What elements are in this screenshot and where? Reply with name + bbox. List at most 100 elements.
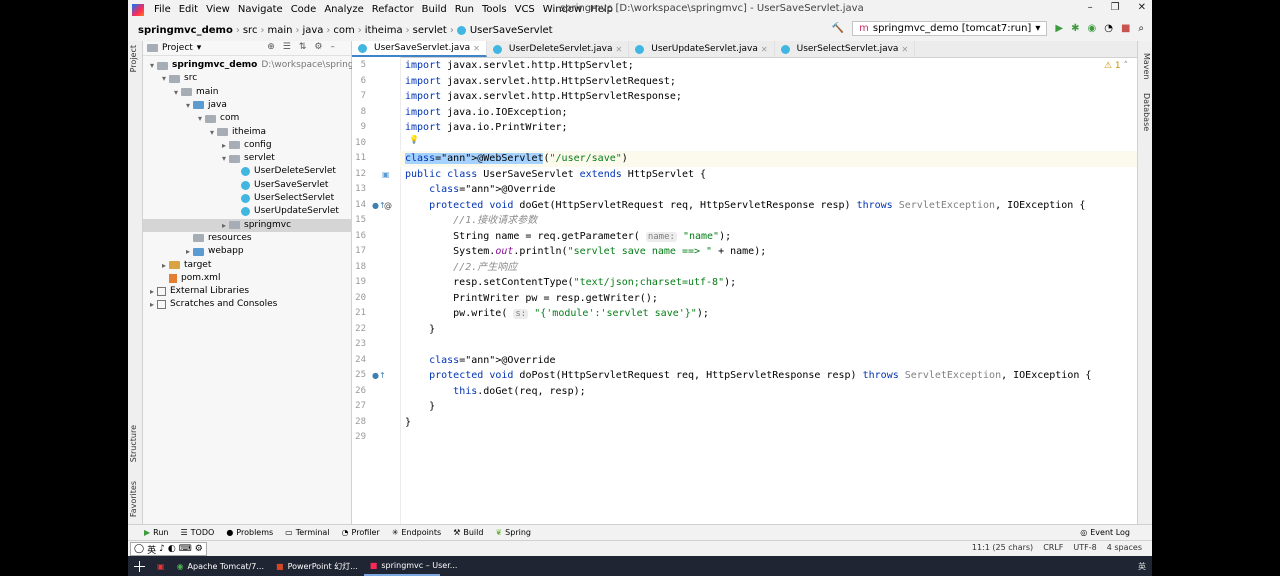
code-line[interactable]: class="ann">@Override [405, 353, 555, 369]
breadcrumb-project[interactable]: springmvc_demo [138, 25, 233, 36]
breadcrumb-main[interactable]: main [267, 25, 292, 36]
menu-refactor[interactable]: Refactor [368, 4, 418, 15]
chevron-down-icon[interactable]: ▾ [195, 112, 205, 125]
debug-icon[interactable]: ✱ [1071, 23, 1079, 34]
code-line[interactable]: String name = req.getParameter( name: "n… [405, 229, 731, 245]
tree-node[interactable]: ▾ src [143, 72, 197, 85]
tree-node[interactable]: ▸ Scratches and Consoles [143, 298, 277, 311]
menu-code[interactable]: Code [287, 4, 321, 15]
line-number-gutter[interactable]: 5 6 7 8 9 10 11 12 13 14 15 16 17 18 19 20 21 22 23 24 25 26 2… [352, 57, 401, 524]
tab-usersaveservlet[interactable]: UserSaveServlet.java ✕ [352, 41, 487, 57]
code-line[interactable]: PrintWriter pw = resp.getWriter(); [405, 291, 658, 307]
breadcrumb-servlet[interactable]: servlet [413, 25, 447, 36]
tab-userupdateservlet[interactable]: UserUpdateServlet.java ✕ [629, 41, 775, 57]
start-button[interactable] [128, 556, 151, 576]
code-line[interactable]: import javax.servlet.http.HttpServletRes… [405, 89, 682, 105]
tree-node[interactable]: ▾ servlet [143, 152, 275, 165]
menu-tools[interactable]: Tools [478, 4, 511, 15]
code-line[interactable]: //1.接收请求参数 [405, 213, 537, 229]
chevron-right-icon[interactable]: ▸ [147, 298, 157, 311]
code-line[interactable]: } [405, 415, 411, 431]
chevron-down-icon[interactable]: ▾ [159, 72, 169, 85]
ime-keyboard-icon[interactable]: ⌨ [179, 544, 192, 554]
caret-position[interactable]: 11:1 (25 chars) [972, 543, 1033, 552]
chevron-down-icon[interactable]: ▾ [183, 99, 193, 112]
ime-music-icon[interactable]: ♪ [159, 544, 165, 554]
close-tab-icon[interactable]: ✕ [473, 44, 480, 53]
taskbar-powerpoint[interactable]: ■ PowerPoint 幻灯... [270, 556, 364, 576]
stop-icon[interactable]: ■ [1121, 23, 1130, 34]
warning-indicator[interactable]: ⚠ 1 ˄ [1104, 61, 1128, 71]
servlet-mapping-icon[interactable]: ▣ [382, 167, 390, 183]
tray-ime-indicator[interactable]: 英 [1138, 561, 1146, 572]
chevron-down-icon[interactable]: ▾ [197, 43, 202, 53]
tree-node[interactable]: ▾ springmvc_demo D:\workspace\springmvc [143, 59, 373, 72]
menu-file[interactable]: File [150, 4, 175, 15]
code-line[interactable]: public class UserSaveServlet extends Htt… [405, 167, 706, 183]
ime-mode[interactable]: 英 [147, 543, 156, 556]
taskbar-pinned-app[interactable]: ▣ [151, 556, 171, 576]
profiler-tool-button[interactable]: ◔ Profiler [342, 528, 380, 537]
menu-analyze[interactable]: Analyze [320, 4, 367, 15]
run-configuration-select[interactable]: m springmvc_demo [tomcat7:run] ▾ [852, 21, 1048, 36]
tree-node[interactable]: ▾ java [143, 99, 227, 112]
code-line[interactable]: protected void doGet(HttpServletRequest … [405, 198, 1085, 214]
close-tab-icon[interactable]: ✕ [761, 45, 768, 54]
taskbar-intellij[interactable]: ■ springmvc – User... [363, 556, 457, 576]
override-method-icon[interactable]: ●↑ [372, 368, 386, 384]
indent-setting[interactable]: 4 spaces [1107, 543, 1142, 552]
spring-tool-button[interactable]: ❦ Spring [495, 528, 531, 537]
menu-edit[interactable]: Edit [175, 4, 202, 15]
endpoint-icon[interactable]: @ [384, 198, 392, 214]
collapse-all-icon[interactable]: ☰ [283, 42, 291, 52]
ime-moon-icon[interactable]: ◐ [168, 544, 176, 554]
chevron-down-icon[interactable]: ▾ [207, 126, 217, 139]
breadcrumb-itheima[interactable]: itheima [365, 25, 403, 36]
tree-node[interactable]: ▾ com [143, 112, 239, 125]
tree-node[interactable]: UserSaveServlet [143, 179, 328, 192]
maven-tool-tab[interactable]: Maven [1142, 53, 1151, 80]
chevron-down-icon[interactable]: ▾ [171, 86, 181, 99]
chevron-right-icon[interactable]: ▸ [147, 285, 157, 298]
maximize-button[interactable]: ❐ [1111, 2, 1120, 13]
menu-view[interactable]: View [202, 4, 234, 15]
coverage-icon[interactable]: ◉ [1087, 23, 1096, 34]
code-line[interactable]: this.doGet(req, resp); [405, 384, 585, 400]
tree-node[interactable]: UserSelectServlet [143, 192, 334, 205]
todo-tool-button[interactable]: ☰ TODO [181, 528, 215, 537]
close-tab-icon[interactable]: ✕ [616, 45, 623, 54]
code-line[interactable]: class="ann">@Override [405, 182, 555, 198]
tree-node[interactable]: resources [143, 232, 252, 245]
run-tool-button[interactable]: ▶ Run [144, 528, 169, 537]
project-tool-tab[interactable]: Project [129, 45, 138, 72]
code-line[interactable]: } [405, 399, 435, 415]
code-line[interactable]: } [405, 322, 435, 338]
tree-node[interactable]: pom.xml [143, 272, 220, 285]
problems-tool-button[interactable]: ● Problems [226, 528, 273, 537]
tree-node[interactable]: ▸ target [143, 259, 211, 272]
code-line[interactable]: //2.产生响应 [405, 260, 517, 276]
taskbar-tomcat[interactable]: ◉ Apache Tomcat/7... [171, 556, 270, 576]
menu-navigate[interactable]: Navigate [234, 4, 287, 15]
ime-settings-icon[interactable]: ⚙ [195, 544, 203, 554]
code-line[interactable]: pw.write( s: "{'module':'servlet save'}"… [405, 306, 709, 322]
tree-node[interactable]: ▸ webapp [143, 245, 244, 258]
file-encoding[interactable]: UTF-8 [1073, 543, 1096, 552]
chevron-down-icon[interactable]: ▾ [147, 59, 157, 72]
tab-userselectservlet[interactable]: UserSelectServlet.java ✕ [775, 41, 916, 57]
code-line[interactable]: System.out.println("servlet save name ==… [405, 244, 766, 260]
locate-icon[interactable]: ⊕ [267, 42, 275, 52]
menu-vcs[interactable]: VCS [511, 4, 539, 15]
settings-gear-icon[interactable]: ⚙ [314, 42, 322, 52]
endpoints-tool-button[interactable]: ✳ Endpoints [392, 528, 441, 537]
menu-build[interactable]: Build [418, 4, 451, 15]
breadcrumb-com[interactable]: com [333, 25, 354, 36]
close-button[interactable]: ✕ [1138, 2, 1146, 13]
tree-node[interactable]: ▾ itheima [143, 126, 266, 139]
chevron-down-icon[interactable]: ▾ [219, 152, 229, 165]
tab-userdeleteservlet[interactable]: UserDeleteServlet.java ✕ [487, 41, 630, 57]
terminal-tool-button[interactable]: ▭ Terminal [285, 528, 329, 537]
tree-node[interactable]: UserDeleteServlet [143, 165, 336, 178]
tree-node[interactable]: UserUpdateServlet [143, 205, 339, 218]
profile-icon[interactable]: ◔ [1104, 23, 1113, 34]
